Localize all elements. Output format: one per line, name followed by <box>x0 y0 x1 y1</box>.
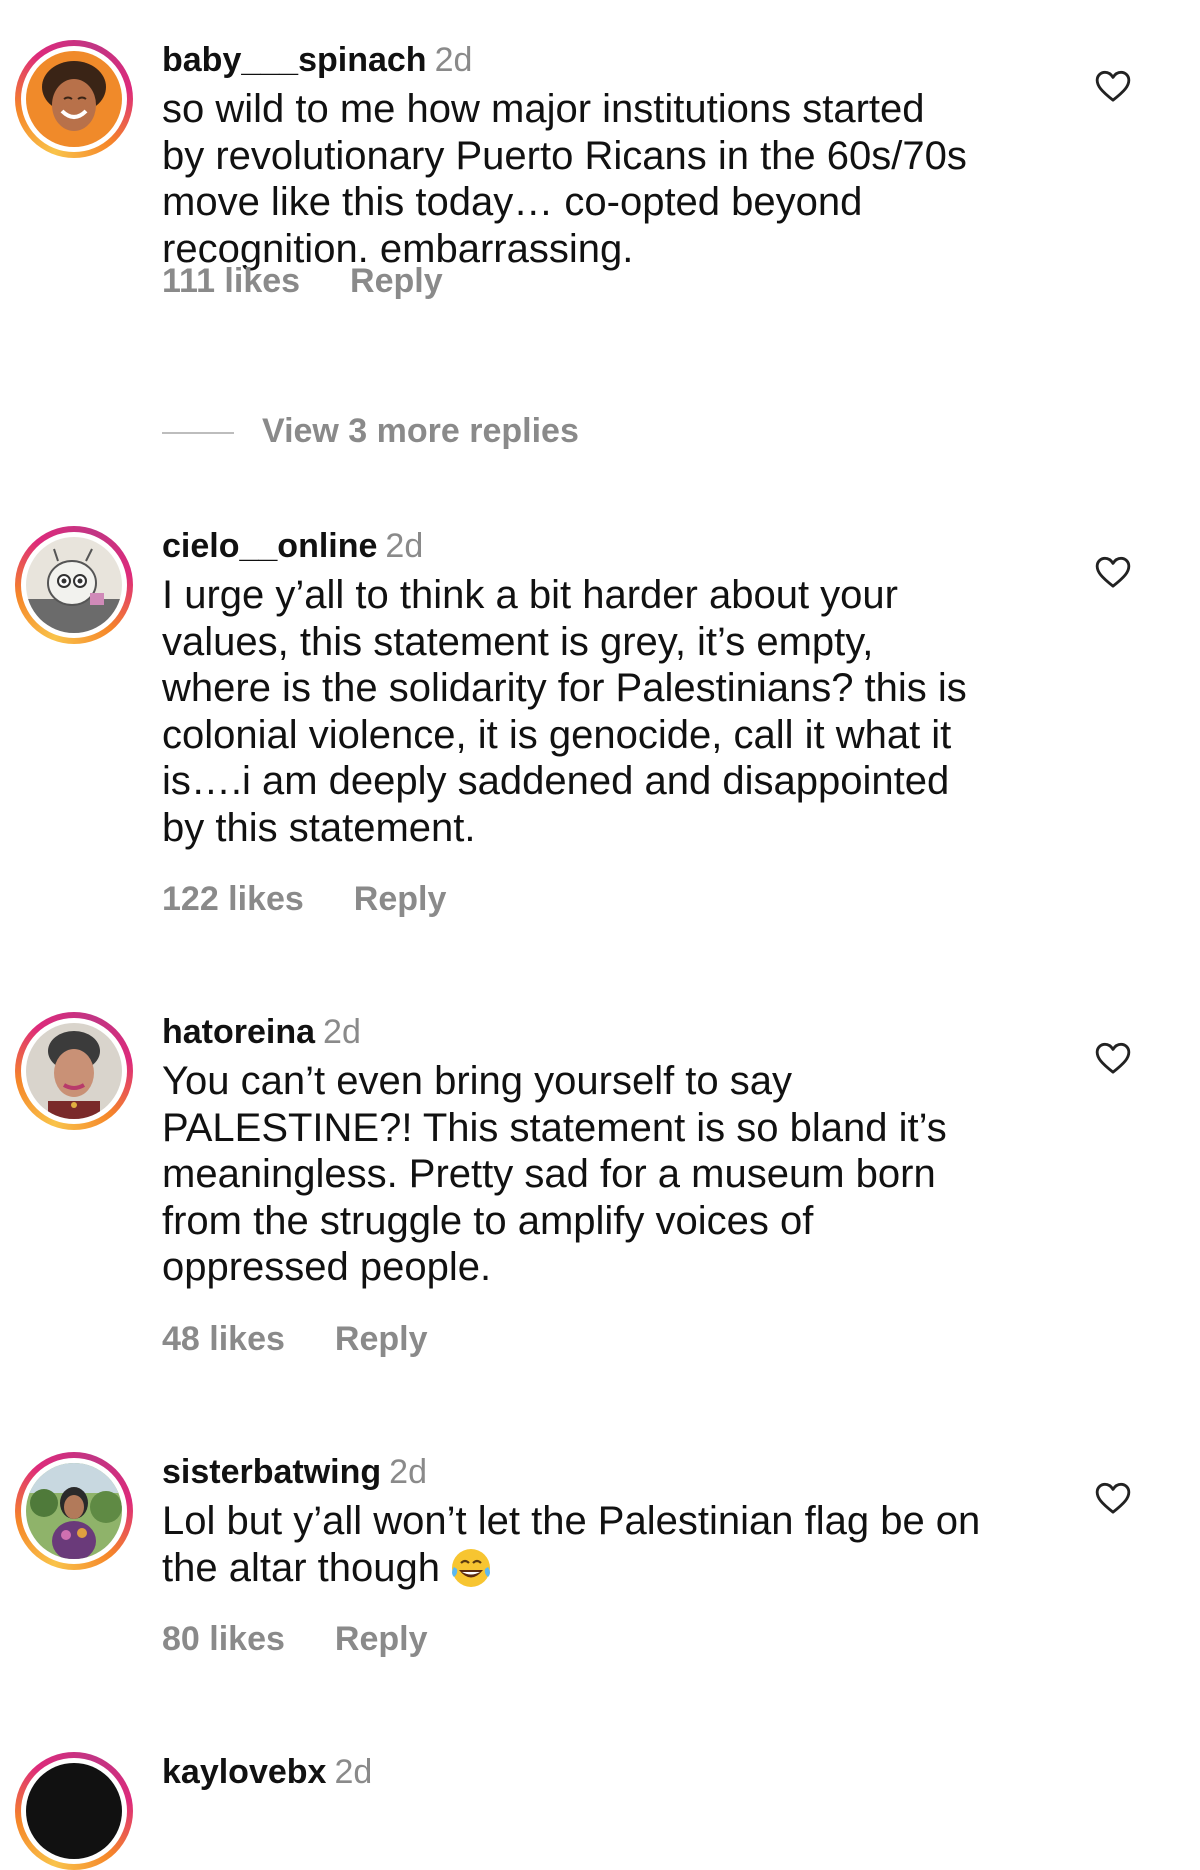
username[interactable]: cielo__online <box>162 527 377 565</box>
story-ring[interactable] <box>15 1752 133 1870</box>
comment-header: cielo__online 2d <box>162 526 423 566</box>
comment-text: so wild to me how major institutions sta… <box>162 87 967 271</box>
avatar-cartoon-character-icon <box>26 537 122 633</box>
comment-text-body: Lol but y’all won’t let the Palestinian … <box>162 1499 981 1590</box>
timestamp: 2d <box>389 1453 427 1491</box>
comment-header: hatoreina 2d <box>162 1012 361 1052</box>
likes-count[interactable]: 122 likes <box>162 880 304 918</box>
like-heart-icon[interactable] <box>1093 1478 1133 1518</box>
like-heart-icon[interactable] <box>1093 66 1133 106</box>
story-ring[interactable] <box>15 40 133 158</box>
avatar[interactable] <box>26 1023 122 1119</box>
avatar-partial-icon <box>26 1763 122 1859</box>
avatar-person-portrait-icon <box>26 1023 122 1119</box>
avatar[interactable] <box>26 1463 122 1559</box>
comment-actions: 80 likes Reply <box>162 1620 427 1659</box>
reply-button[interactable]: Reply <box>354 880 447 918</box>
avatar-person-garden-icon <box>26 1463 122 1559</box>
avatar[interactable] <box>26 51 122 147</box>
story-ring[interactable] <box>15 1452 133 1570</box>
comment-actions: 122 likes Reply <box>162 880 446 919</box>
timestamp: 2d <box>385 527 424 565</box>
comment-actions: 48 likes Reply <box>162 1320 427 1359</box>
laughing-crying-emoji-icon <box>452 1548 490 1587</box>
likes-count[interactable]: 111 likes <box>162 262 300 300</box>
story-ring[interactable] <box>15 1012 133 1130</box>
comment-actions: 111 likes Reply <box>162 262 443 301</box>
comment-text: Lol but y’all won’t let the Palestinian … <box>162 1498 1042 1591</box>
story-ring[interactable] <box>15 526 133 644</box>
divider-line <box>162 432 234 435</box>
username[interactable]: baby___spinach <box>162 41 427 79</box>
avatar[interactable] <box>26 1763 122 1859</box>
timestamp: 2d <box>323 1013 361 1051</box>
likes-count[interactable]: 80 likes <box>162 1620 285 1658</box>
like-heart-icon[interactable] <box>1093 1038 1133 1078</box>
reply-button[interactable]: Reply <box>335 1620 428 1658</box>
avatar[interactable] <box>26 537 122 633</box>
username[interactable]: kaylovebx <box>162 1753 326 1791</box>
username[interactable]: sisterbatwing <box>162 1453 381 1491</box>
like-heart-icon[interactable] <box>1093 552 1133 592</box>
comment-header: kaylovebx 2d <box>162 1752 372 1792</box>
timestamp: 2d <box>434 41 473 79</box>
reply-button[interactable]: Reply <box>335 1320 428 1358</box>
timestamp: 2d <box>334 1753 373 1791</box>
reply-button[interactable]: Reply <box>350 262 443 300</box>
avatar-smiling-person-icon <box>26 51 122 147</box>
comment-header: baby___spinach 2d <box>162 40 472 80</box>
comment-text: I urge y’all to think a bit harder about… <box>162 573 967 850</box>
view-more-replies-label: View 3 more replies <box>262 412 579 450</box>
comment-header: sisterbatwing 2d <box>162 1452 427 1492</box>
comment-text: You can’t even bring yourself to say PAL… <box>162 1059 947 1289</box>
username[interactable]: hatoreina <box>162 1013 315 1051</box>
view-more-replies-button[interactable]: View 3 more replies <box>162 412 579 451</box>
likes-count[interactable]: 48 likes <box>162 1320 285 1358</box>
